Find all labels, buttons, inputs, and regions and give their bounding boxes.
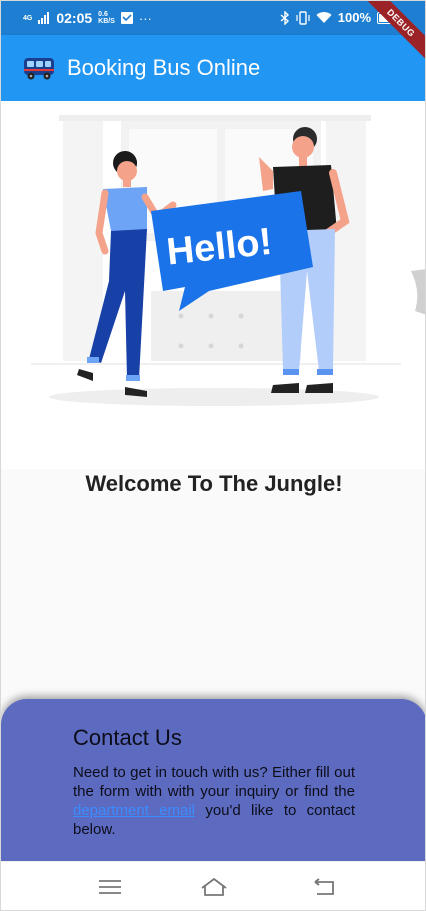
signal-icon	[38, 12, 50, 24]
wifi-icon	[316, 12, 332, 23]
bluetooth-icon	[280, 10, 289, 25]
home-icon[interactable]	[199, 874, 229, 900]
department-email-link[interactable]: department email	[73, 802, 195, 819]
contact-text-before: Need to get in touch with us? Either fil…	[73, 764, 355, 800]
contact-title: Contact Us	[73, 725, 182, 750]
mail-notification-icon	[120, 12, 133, 24]
hero-illustration: Hello!	[1, 101, 425, 469]
net-speed: 0.6 KB/S	[98, 11, 115, 25]
welcome-heading: Welcome To The Jungle!	[85, 471, 343, 496]
more-notifications-icon: ···	[138, 10, 152, 26]
contact-card: Contact Us Need to get in touch with us?…	[1, 699, 425, 869]
clock: 02:05	[56, 10, 93, 26]
status-bar: 4G 02:05 0.6 KB/S ··· 100%	[1, 1, 425, 35]
menu-icon[interactable]	[95, 874, 125, 900]
bus-icon	[24, 58, 54, 80]
app-bar: Booking Bus Online	[1, 35, 425, 101]
hello-illustration: Hello!	[31, 115, 425, 406]
battery-percent: 100%	[337, 10, 371, 25]
back-icon[interactable]	[309, 874, 339, 900]
system-nav-bar	[1, 861, 425, 910]
contact-text: Need to get in touch with us? Either fil…	[73, 763, 355, 839]
vibrate-icon	[296, 10, 310, 25]
network-indicator: 4G	[23, 14, 33, 22]
speed-unit: KB/S	[98, 18, 115, 25]
speed-value: 0.6	[98, 11, 108, 18]
app-screen: 4G 02:05 0.6 KB/S ··· 100% DEBUG Booking…	[0, 0, 426, 911]
app-title: Booking Bus Online	[67, 55, 261, 80]
